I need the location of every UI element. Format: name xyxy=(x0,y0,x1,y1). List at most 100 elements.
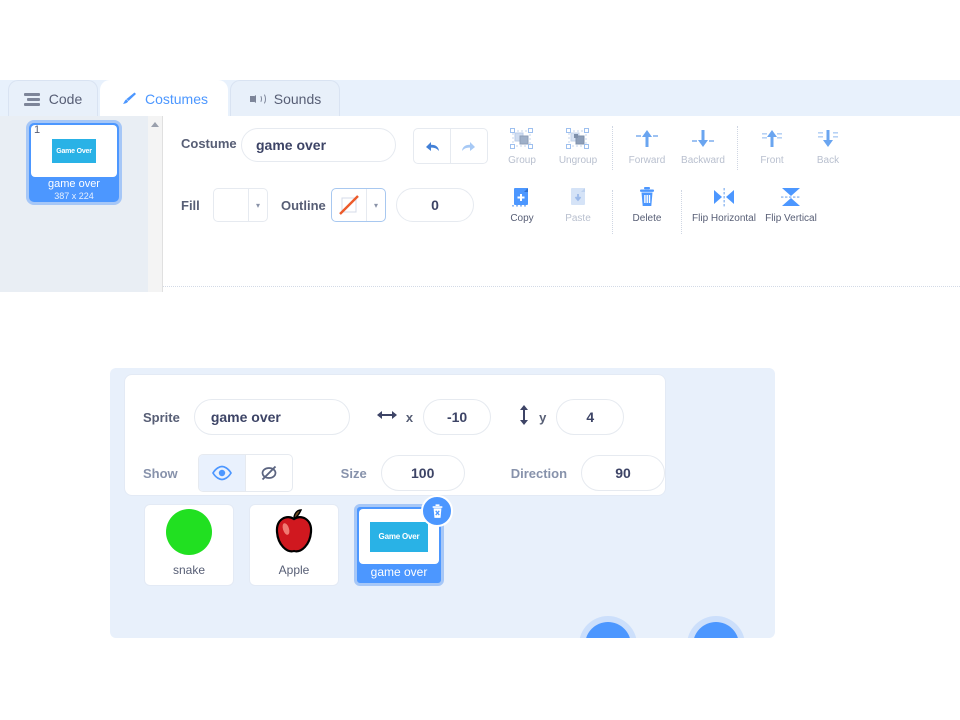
sprite-card-game-over[interactable]: Game Over game over xyxy=(354,495,453,586)
sprite-info-panel: Sprite game over x -10 y 4 Show Size 100… xyxy=(124,374,666,496)
show-toggle[interactable] xyxy=(197,454,293,492)
sprite-pane: Sprite game over x -10 y 4 Show Size 100… xyxy=(110,368,775,638)
costume-number: 1 xyxy=(34,124,41,136)
trash-icon xyxy=(432,503,442,518)
fill-color-picker[interactable]: ▾ xyxy=(213,188,268,222)
flip-horizontal-button[interactable]: Flip Horizontal xyxy=(688,184,760,224)
paste-label: Paste xyxy=(565,213,591,224)
to-front-icon xyxy=(759,126,785,152)
x-input[interactable]: -10 xyxy=(423,399,492,435)
sprite-name-label: Sprite xyxy=(143,409,180,425)
viewport-bottom-mask xyxy=(0,638,960,720)
direction-label: Direction xyxy=(510,465,568,481)
scratch-editor-window: Code Costumes Sounds 1 Game Over game ov… xyxy=(0,0,960,720)
outline-color-picker[interactable]: ▾ xyxy=(331,188,386,222)
tab-code[interactable]: Code xyxy=(8,80,98,116)
copy-icon xyxy=(510,184,534,210)
costume-thumbnail: Game Over xyxy=(31,125,117,177)
costume-list-scrollbar[interactable] xyxy=(148,116,163,292)
group-button[interactable]: Group xyxy=(494,126,550,166)
sprite-card-label: game over xyxy=(370,565,428,579)
game-over-thumb-image: Game Over xyxy=(52,139,96,163)
tab-sounds[interactable]: Sounds xyxy=(230,80,340,116)
green-circle-sprite-icon xyxy=(164,507,214,562)
fill-swatch[interactable] xyxy=(214,189,248,221)
eye-slash-icon xyxy=(261,465,277,481)
group-label: Group xyxy=(508,155,536,166)
show-hidden-button[interactable] xyxy=(244,455,292,491)
tab-sounds-label: Sounds xyxy=(273,90,322,107)
trash-icon xyxy=(635,184,659,210)
code-icon xyxy=(23,90,42,108)
paste-button[interactable]: Paste xyxy=(550,184,606,224)
show-visible-button[interactable] xyxy=(198,455,245,491)
sprite-selector-list: snake Apple Game Over game over xyxy=(124,495,666,630)
delete-label: Delete xyxy=(632,213,662,224)
y-axis-icon xyxy=(517,404,531,431)
paint-toolbar: Costume game over Group Ungroup Forward … xyxy=(163,116,960,292)
toolbar-divider-2 xyxy=(737,126,738,170)
backward-button[interactable]: Backward xyxy=(675,126,731,166)
game-over-sprite-image: Game Over xyxy=(370,521,428,552)
toolbar-divider-4 xyxy=(681,190,682,234)
delete-button[interactable]: Delete xyxy=(619,184,675,224)
costume-name-label: Costume xyxy=(181,136,237,151)
outline-swatch-none-icon[interactable] xyxy=(332,189,366,221)
flip-horizontal-label: Flip Horizontal xyxy=(692,213,756,224)
size-label: Size xyxy=(340,465,367,481)
copy-button[interactable]: Copy xyxy=(494,184,550,224)
tab-costumes[interactable]: Costumes xyxy=(100,80,228,116)
paint-toolbar-row-1: Costume game over Group Ungroup Forward … xyxy=(181,124,950,174)
costume-list-item[interactable]: 1 Game Over game over 387 x 224 xyxy=(26,120,122,205)
front-button[interactable]: Front xyxy=(744,126,800,166)
editor-tab-bar: Code Costumes Sounds xyxy=(0,80,960,116)
sprite-card-label: Apple xyxy=(278,563,310,577)
sprite-name-input[interactable]: game over xyxy=(193,399,350,435)
costume-list: 1 Game Over game over 387 x 224 xyxy=(0,116,148,292)
outline-width-input[interactable]: 0 xyxy=(396,188,474,222)
backward-label: Backward xyxy=(681,155,725,166)
paintbrush-icon xyxy=(120,90,138,108)
y-label: y xyxy=(539,409,547,425)
x-axis-icon xyxy=(376,408,398,427)
tab-code-label: Code xyxy=(48,90,83,107)
forward-button[interactable]: Forward xyxy=(619,126,675,166)
tab-costumes-label: Costumes xyxy=(144,90,209,107)
size-input[interactable]: 100 xyxy=(380,455,465,491)
sprite-card-snake[interactable]: snake xyxy=(144,504,234,586)
costume-name-input[interactable]: game over xyxy=(241,128,396,162)
x-label: x xyxy=(405,409,414,425)
outline-dropdown-caret[interactable]: ▾ xyxy=(366,189,385,221)
sprite-card-apple[interactable]: Apple xyxy=(249,504,339,586)
costumes-editor-panel: Code Costumes Sounds 1 Game Over game ov… xyxy=(0,80,960,292)
fill-dropdown-caret[interactable]: ▾ xyxy=(248,189,267,221)
undo-button[interactable] xyxy=(414,129,450,163)
costume-item-size: 387 x 224 xyxy=(54,191,94,201)
y-input[interactable]: 4 xyxy=(556,399,625,435)
back-button[interactable]: Back xyxy=(800,126,856,166)
ungroup-label: Ungroup xyxy=(558,155,598,166)
toolbar-divider-3 xyxy=(612,190,613,234)
flip-vertical-button[interactable]: Flip Vertical xyxy=(760,184,822,224)
direction-input[interactable]: 90 xyxy=(581,455,666,491)
red-apple-sprite-icon xyxy=(269,507,319,562)
delete-sprite-button[interactable] xyxy=(421,495,453,527)
eye-icon xyxy=(211,465,232,481)
forward-label: Forward xyxy=(628,155,666,166)
scroll-up-icon[interactable] xyxy=(151,122,159,127)
fill-label: Fill xyxy=(181,198,200,213)
show-label: Show xyxy=(143,465,178,481)
front-label: Front xyxy=(760,155,784,166)
costume-item-name: game over xyxy=(48,178,100,190)
undo-icon xyxy=(426,142,439,151)
redo-icon xyxy=(462,142,475,151)
toolbar-divider-1 xyxy=(612,126,613,170)
sprite-info-row-2: Show Size 100 Direction 90 xyxy=(143,453,666,493)
to-back-icon xyxy=(815,126,841,152)
paint-canvas-area[interactable] xyxy=(163,286,960,292)
flip-horizontal-icon xyxy=(711,184,737,210)
copy-label: Copy xyxy=(510,213,534,224)
ungroup-button[interactable]: Ungroup xyxy=(550,126,606,166)
back-label: Back xyxy=(816,155,840,166)
redo-button[interactable] xyxy=(450,129,487,163)
